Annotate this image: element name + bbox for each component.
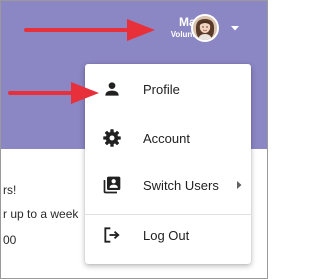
content-text-line: rs! — [3, 183, 17, 197]
chevron-right-icon — [237, 181, 242, 189]
menu-item-label: Profile — [143, 81, 180, 97]
gear-icon — [101, 127, 123, 149]
person-icon — [101, 78, 123, 100]
logout-icon — [101, 224, 123, 246]
content-text-line: r up to a week — [3, 207, 79, 221]
menu-item-label: Log Out — [143, 227, 190, 243]
menu-item-label: Switch Users — [143, 177, 219, 193]
switch-users-icon — [101, 174, 123, 196]
annotation-arrow — [8, 82, 99, 104]
app-frame: Mary Volunteer rs! r up to a week 00 — [0, 0, 268, 279]
menu-item-label: Account — [143, 130, 190, 146]
menu-item-switch-users[interactable]: Switch Users — [85, 165, 251, 205]
annotation-arrow — [24, 19, 155, 41]
menu-item-profile[interactable]: Profile — [85, 69, 251, 109]
chevron-down-icon[interactable] — [229, 22, 241, 34]
avatar[interactable] — [191, 14, 219, 42]
avatar-photo — [193, 16, 217, 40]
menu-item-log-out[interactable]: Log Out — [85, 215, 251, 255]
content-text-line: 00 — [3, 233, 17, 247]
user-dropdown-menu: Profile Account Switch Users Log Out — [85, 64, 251, 264]
menu-item-account[interactable]: Account — [85, 118, 251, 158]
